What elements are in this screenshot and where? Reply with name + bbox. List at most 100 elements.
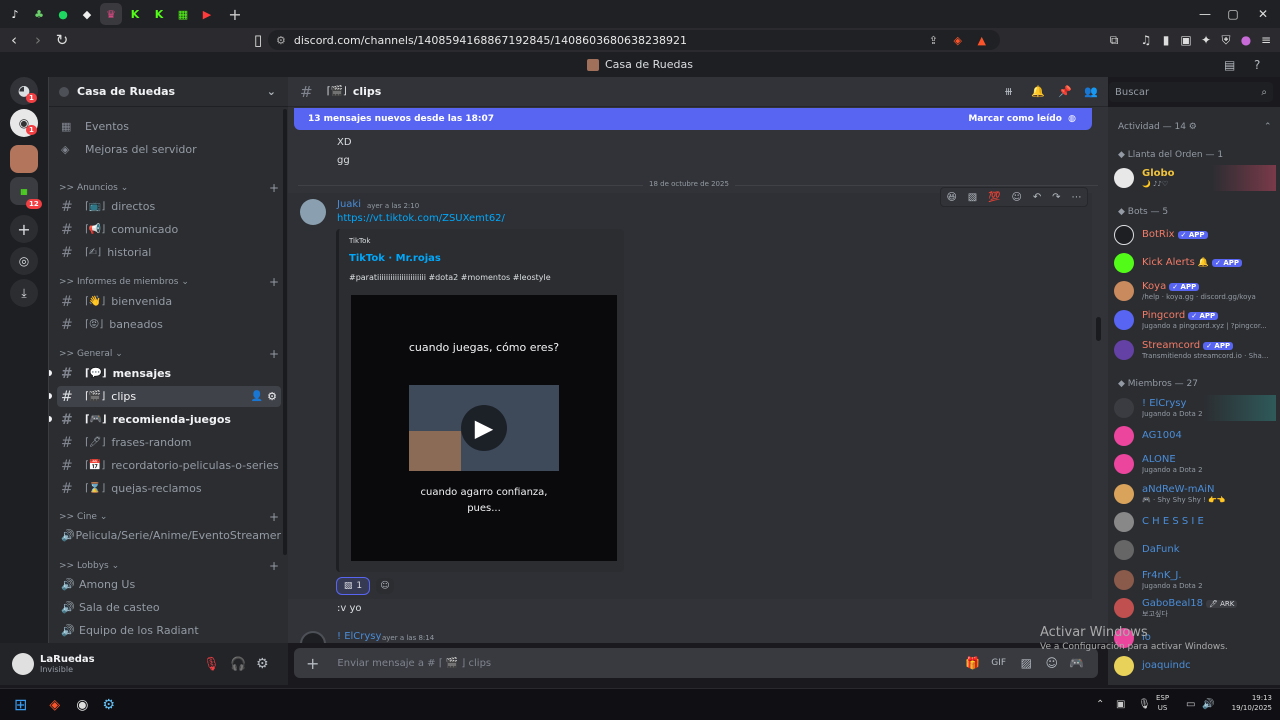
member-gabobeal18[interactable]: GaboBeal18 🖊 ARK 보고싶다 xyxy=(1114,595,1276,621)
add-channel-icon[interactable]: + xyxy=(269,347,279,361)
author-avatar[interactable] xyxy=(300,631,326,643)
add-reaction-button[interactable]: ☺ xyxy=(376,578,394,594)
server-header[interactable]: Casa de Ruedas ⌄ xyxy=(49,77,288,107)
wallet-icon[interactable]: ▣ xyxy=(1178,32,1194,48)
voice-channel-cine[interactable]: 🔊 Pelicula/Serie/Anime/EventoStreamer xyxy=(57,525,281,546)
help-icon[interactable]: ? xyxy=(1254,58,1260,72)
add-channel-icon[interactable]: + xyxy=(269,181,279,195)
tab-kick[interactable]: K xyxy=(124,3,146,25)
activity-header[interactable]: Actividad — 14 ⚙ ⌃ xyxy=(1118,122,1272,132)
discover-icon[interactable]: ◎ xyxy=(10,247,38,275)
user-settings-icon[interactable]: ⚙ xyxy=(256,656,269,672)
back-icon[interactable]: ‹ xyxy=(4,30,24,50)
server-icon-casa-de-ruedas[interactable] xyxy=(10,145,38,173)
category-cine[interactable]: >> Cine ⌄ + xyxy=(59,510,279,524)
sticker-icon[interactable]: ▨ xyxy=(1021,656,1032,670)
reaction-chip[interactable]: ▧ 1 xyxy=(336,577,370,595)
panel-icon[interactable]: ▮ xyxy=(1158,32,1174,48)
member-pingcord[interactable]: Pingcord ✓ APP Jugando a pingcord.xyz | ?p… xyxy=(1114,307,1276,333)
member-globo[interactable]: Globo 🌙 ♪♪♡ xyxy=(1114,165,1276,191)
add-reaction-icon[interactable]: ☺ xyxy=(1012,192,1022,203)
music-icon[interactable]: ♫ xyxy=(1138,32,1154,48)
windows-start-icon[interactable]: ⊞ xyxy=(14,695,27,714)
extension-icon[interactable]: ● xyxy=(1238,32,1254,48)
member-chessie[interactable]: C H E S S I E xyxy=(1114,509,1276,535)
tab-spotify[interactable]: ● xyxy=(52,3,74,25)
member-streamcord[interactable]: Streamcord ✓ APP Transmitiendo streamcord.… xyxy=(1114,337,1276,363)
forward-icon[interactable]: ↷ xyxy=(1052,192,1060,203)
channel-recomienda-juegos[interactable]: # ⌈🎮⌋ recomienda-juegos xyxy=(57,409,281,430)
channel-historial[interactable]: # ⌈✍⌋ historial xyxy=(57,242,281,263)
events-item[interactable]: ▦ Eventos xyxy=(57,116,281,137)
download-apps-icon[interactable]: ⤓ xyxy=(10,279,38,307)
invite-icon[interactable]: 👤 xyxy=(251,391,263,402)
play-button-icon[interactable]: ▶ xyxy=(461,405,507,451)
category-lobbys[interactable]: >> Lobbys ⌄ + xyxy=(59,559,279,573)
tab-discord[interactable]: ♛ xyxy=(100,3,122,25)
member-elcrysy[interactable]: ! ElCrysy Jugando a Dota 2 xyxy=(1114,395,1276,421)
obs-taskbar-icon[interactable]: ◉ xyxy=(76,697,88,713)
site-info-icon[interactable]: ⚙ xyxy=(276,34,286,47)
tab-leaf[interactable]: ♣ xyxy=(28,3,50,25)
tab-grid[interactable]: ▦ xyxy=(172,3,194,25)
tab-youtube[interactable]: ▶ xyxy=(196,3,218,25)
channel-recordatorio[interactable]: # ⌈📅⌋ recordatorio-peliculas-o-series xyxy=(57,455,281,476)
more-options-icon[interactable]: ⋯ xyxy=(1071,192,1081,203)
channel-baneados[interactable]: # ⌈😡⌋ baneados xyxy=(57,314,281,335)
member-dafunk[interactable]: DaFunk xyxy=(1114,537,1276,563)
channel-directos[interactable]: # ⌈📺⌋ directos xyxy=(57,196,281,217)
gift-icon[interactable]: 🎁 xyxy=(965,656,980,670)
network-icon[interactable]: ▭ xyxy=(1186,699,1195,710)
channel-mensajes[interactable]: # ⌈💬⌋ mensajes xyxy=(57,363,281,384)
volume-icon[interactable]: 🔊 xyxy=(1202,699,1214,710)
add-channel-icon[interactable]: + xyxy=(269,559,279,573)
member-fr4nk[interactable]: Fr4nK_J. Jugando a Dota 2 xyxy=(1114,567,1276,593)
notification-bell-icon[interactable]: 🔔 xyxy=(1031,85,1045,98)
vpn-icon[interactable]: ⛨ xyxy=(1218,32,1234,48)
embed-title[interactable]: TikTok · Mr.rojas xyxy=(349,253,441,264)
reaction-custom-icon[interactable]: ▧ xyxy=(968,192,977,203)
add-channel-icon[interactable]: + xyxy=(269,275,279,289)
brave-shield-icon[interactable]: ◈ xyxy=(954,34,962,47)
boost-item[interactable]: ◈ Mejoras del servidor xyxy=(57,139,281,160)
category-informes[interactable]: >> Informes de miembros ⌄ + xyxy=(59,275,279,289)
close-window-icon[interactable]: ✕ xyxy=(1246,0,1280,28)
author-avatar[interactable] xyxy=(300,199,326,225)
gif-icon[interactable]: GIF xyxy=(991,658,1006,668)
channel-clips[interactable]: # ⌈🎬⌋ clips 👤 ⚙ xyxy=(57,386,281,407)
chevron-down-icon[interactable]: ⌄ xyxy=(267,85,276,98)
voice-channel-among-us[interactable]: 🔊 Among Us xyxy=(57,574,281,595)
channel-frases-random[interactable]: # ⌈🖊⌋ frases-random xyxy=(57,432,281,453)
bookmark-icon[interactable]: ▯ xyxy=(248,30,268,50)
member-botrix[interactable]: BotRix ✓ APP xyxy=(1114,222,1276,248)
member-kick-alerts[interactable]: Kick Alerts 🔔 ✓ APP xyxy=(1114,250,1276,276)
tray-app-icon[interactable]: ▣ xyxy=(1116,699,1125,710)
forward-icon[interactable]: › xyxy=(28,30,48,50)
message-author[interactable]: ! ElCrysy xyxy=(337,631,381,642)
channel-comunicado[interactable]: # ⌈📢⌋ comunicado xyxy=(57,219,281,240)
member-joaquindc[interactable]: joaquindc xyxy=(1114,653,1276,679)
channel-settings-icon[interactable]: ⚙ xyxy=(267,390,277,403)
reply-icon[interactable]: ↶ xyxy=(1033,192,1041,203)
add-server-icon[interactable]: + xyxy=(10,215,38,243)
category-anuncios[interactable]: >> Anuncios ⌄ + xyxy=(59,181,279,195)
tab-kick-2[interactable]: K xyxy=(148,3,170,25)
tray-chevron-icon[interactable]: ⌃ xyxy=(1096,699,1104,710)
member-andrew[interactable]: aNdReW-mAiN 🎮 · Shy Shy Shy ! 👉👈 xyxy=(1114,481,1276,507)
tab-shape[interactable]: ◆ xyxy=(76,3,98,25)
mic-muted-icon[interactable]: 🎙 xyxy=(203,657,220,672)
headphones-icon[interactable]: 🎧 xyxy=(230,657,246,672)
menu-icon[interactable]: ≡ xyxy=(1258,32,1274,48)
new-tab-button[interactable]: + xyxy=(224,3,246,25)
brave-rewards-icon[interactable]: ▲ xyxy=(978,34,986,47)
message-composer[interactable]: + Enviar mensaje a # ⌈ 🎬 ⌋ clips 🎁 GIF ▨… xyxy=(294,648,1098,678)
apps-icon[interactable]: 🎮 xyxy=(1069,656,1084,670)
inbox-icon[interactable]: ▤ xyxy=(1224,58,1235,72)
avatar[interactable] xyxy=(12,653,34,675)
pin-icon[interactable]: 📌 xyxy=(1058,85,1072,98)
collapse-icon[interactable]: ⌃ xyxy=(1264,122,1272,132)
share-icon[interactable]: ⇪ xyxy=(929,34,938,47)
emoji-icon[interactable]: ☺ xyxy=(1045,656,1058,670)
channel-quejas[interactable]: # ⌈⌛⌋ quejas-reclamos xyxy=(57,478,281,499)
add-channel-icon[interactable]: + xyxy=(269,510,279,524)
